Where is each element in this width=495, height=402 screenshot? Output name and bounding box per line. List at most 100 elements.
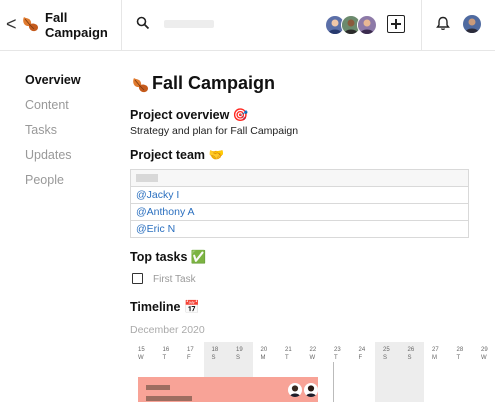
day-number: 24 — [358, 347, 366, 353]
day-number: 21 — [285, 347, 292, 353]
top-bar: < Fall Campaign — [0, 0, 495, 51]
leaf-icon — [23, 17, 38, 32]
day-number: 22 — [309, 347, 317, 353]
timeline-day-label: 18 S — [204, 346, 229, 362]
sidebar-item-overview[interactable]: Overview — [25, 72, 81, 97]
back-button[interactable]: < — [6, 14, 17, 35]
table-row[interactable]: @Eric N — [130, 220, 469, 238]
tasks-heading-text: Top tasks — [130, 250, 188, 264]
sidebar-item-content[interactable]: Content — [25, 97, 81, 122]
timeline-day-column: 27 M — [424, 342, 449, 402]
timeline-day-label: 16 T — [155, 346, 180, 362]
check-mark-icon: ✅ — [190, 250, 207, 264]
project-title-line1: Fall — [45, 10, 68, 25]
timeline-day-label: 23 T — [326, 346, 351, 362]
timeline-day-label: 17 F — [179, 346, 204, 362]
day-letter: T — [285, 355, 289, 361]
project-title[interactable]: Fall Campaign — [45, 10, 108, 40]
timeline-day-label: 29 W — [473, 346, 495, 362]
day-letter: T — [162, 355, 167, 361]
leaf-icon — [133, 78, 148, 93]
timeline-day-column: 24 F — [351, 342, 376, 402]
calendar-icon: 📅 — [183, 300, 200, 314]
day-number: 28 — [456, 347, 464, 353]
day-letter: W — [309, 355, 316, 361]
timeline-bar[interactable] — [138, 377, 318, 402]
day-letter: T — [456, 355, 461, 361]
day-number: 23 — [334, 347, 341, 353]
day-number: 20 — [260, 347, 268, 353]
divider — [421, 0, 422, 50]
timeline-day-column: 26 S — [399, 342, 425, 402]
sidebar-item-tasks[interactable]: Tasks — [25, 122, 81, 147]
day-number: 26 — [407, 347, 415, 353]
timeline-heading: Timeline 📅 — [130, 300, 200, 315]
timeline-heading-text: Timeline — [130, 300, 181, 314]
overview-text[interactable]: Strategy and plan for Fall Campaign — [130, 125, 298, 137]
timeline-day-label: 20 M — [253, 346, 278, 362]
day-letter: F — [358, 355, 363, 361]
timeline-day-column: 23 T — [326, 342, 351, 402]
tasks-heading: Top tasks ✅ — [130, 250, 206, 265]
table-row[interactable]: @Anthony A — [130, 203, 469, 221]
project-title-line2: Campaign — [45, 25, 108, 40]
day-letter: T — [334, 355, 338, 361]
team-member[interactable]: @Anthony A — [130, 203, 469, 221]
timeline-day-column: 28 T — [449, 342, 474, 402]
divider — [121, 0, 122, 50]
day-letter: M — [260, 355, 266, 361]
overview-heading: Project overview 🎯 — [130, 108, 248, 123]
day-letter: W — [138, 355, 144, 361]
timeline-day-label: 15 W — [130, 346, 155, 362]
timeline-day-label: 27 M — [424, 346, 449, 362]
timeline-day-label: 25 S — [375, 346, 400, 362]
bar-title-placeholder — [146, 385, 170, 390]
day-number: 18 — [211, 347, 219, 353]
search-icon[interactable] — [136, 16, 150, 30]
avatar[interactable] — [357, 15, 377, 35]
day-letter: S — [407, 355, 412, 361]
day-letter: S — [236, 355, 241, 361]
timeline-day-label: 21 T — [277, 346, 302, 362]
day-letter: S — [383, 355, 388, 361]
team-heading: Project team 🤝 — [130, 148, 224, 163]
table-header-placeholder — [136, 174, 158, 183]
timeline-day-label: 28 T — [449, 346, 474, 362]
timeline-day-label: 26 S — [400, 346, 425, 362]
sidebar-item-people[interactable]: People — [25, 172, 81, 197]
table-header-row — [130, 169, 469, 187]
day-letter: S — [211, 355, 216, 361]
task-checkbox[interactable] — [132, 273, 143, 284]
table-row[interactable]: @Jacky I — [130, 186, 469, 204]
task-label[interactable]: First Task — [153, 274, 196, 285]
timeline-day-column: 25 S — [375, 342, 400, 402]
overview-heading-text: Project overview — [130, 108, 230, 122]
user-avatar[interactable] — [463, 15, 481, 33]
bar-subtitle-placeholder — [146, 396, 192, 401]
day-number: 16 — [162, 347, 170, 353]
page-title-text: Fall Campaign — [152, 73, 276, 93]
team-member[interactable]: @Jacky I — [130, 186, 469, 204]
timeline-month: December 2020 — [130, 324, 205, 336]
search-input[interactable] — [164, 20, 214, 28]
team-table[interactable]: @Jacky I @Anthony A @Eric N — [130, 169, 469, 238]
day-letter: F — [187, 355, 191, 361]
day-number: 25 — [383, 347, 390, 353]
bell-icon[interactable] — [436, 16, 450, 31]
team-member[interactable]: @Eric N — [130, 220, 469, 238]
day-number: 29 — [481, 347, 488, 353]
day-number: 27 — [432, 347, 439, 353]
day-letter: W — [481, 355, 487, 361]
sidebar-nav: Overview Content Tasks Updates People — [25, 72, 81, 197]
timeline[interactable]: 29 W 28 T 27 M 26 S 25 S 24 F 23 T 22 W 21 T 20 M 19 S 18 S 17 F 1… — [130, 342, 495, 402]
team-heading-text: Project team — [130, 148, 206, 162]
target-icon: 🎯 — [232, 108, 249, 122]
sidebar-item-updates[interactable]: Updates — [25, 147, 81, 172]
day-number: 19 — [236, 347, 243, 353]
add-button[interactable] — [387, 15, 405, 33]
day-number: 17 — [187, 347, 194, 353]
day-number: 15 — [138, 347, 145, 353]
today-marker — [333, 362, 334, 402]
avatar — [304, 383, 318, 397]
timeline-day-label: 19 S — [228, 346, 253, 362]
